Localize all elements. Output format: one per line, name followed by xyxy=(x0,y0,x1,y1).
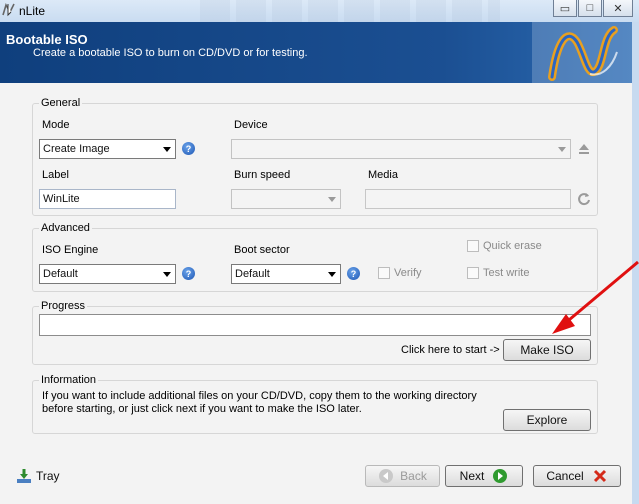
back-label: Back xyxy=(400,469,427,483)
label-input[interactable]: WinLite xyxy=(39,189,176,209)
media-field xyxy=(365,189,571,209)
burn-speed-dropdown[interactable] xyxy=(231,189,341,209)
maximize-button[interactable]: □ xyxy=(578,0,602,17)
close-button[interactable]: ✕ xyxy=(603,0,633,17)
checkbox-box xyxy=(467,267,479,279)
help-icon[interactable]: ? xyxy=(182,267,195,280)
device-dropdown[interactable] xyxy=(231,139,571,159)
verify-checkbox[interactable]: Verify xyxy=(378,267,422,279)
tray-icon xyxy=(17,469,31,483)
checkbox-box xyxy=(378,267,390,279)
next-button[interactable]: Next xyxy=(445,465,523,487)
chevron-down-icon xyxy=(558,147,566,152)
help-icon[interactable]: ? xyxy=(347,267,360,280)
device-label: Device xyxy=(234,119,268,131)
refresh-icon[interactable] xyxy=(576,191,592,207)
test-write-label: Test write xyxy=(483,267,530,279)
make-iso-button[interactable]: Make ISO xyxy=(503,339,591,361)
mode-label: Mode xyxy=(42,119,70,131)
boot-sector-label: Boot sector xyxy=(234,244,290,256)
quick-erase-label: Quick erase xyxy=(483,240,542,252)
background-window-text xyxy=(200,0,500,22)
window-controls: ▭ □ ✕ xyxy=(552,0,633,17)
nlite-logo-icon xyxy=(532,22,632,83)
eject-icon[interactable] xyxy=(576,141,592,157)
chevron-down-icon xyxy=(163,147,171,152)
minimize-button[interactable]: ▭ xyxy=(553,0,577,17)
verify-label: Verify xyxy=(394,267,422,279)
quick-erase-checkbox[interactable]: Quick erase xyxy=(467,240,542,252)
app-icon xyxy=(2,3,15,17)
header-banner: Bootable ISO Create a bootable ISO to bu… xyxy=(0,22,632,83)
next-label: Next xyxy=(459,469,485,483)
window-right-edge xyxy=(632,22,639,504)
iso-engine-value: Default xyxy=(43,268,78,280)
information-text: If you want to include additional files … xyxy=(42,390,477,415)
cancel-icon xyxy=(593,469,606,483)
back-icon xyxy=(379,469,394,483)
chevron-down-icon xyxy=(328,197,336,202)
progress-bar xyxy=(39,314,591,336)
media-label: Media xyxy=(368,169,398,181)
next-icon xyxy=(493,469,508,483)
boot-sector-value: Default xyxy=(235,268,270,280)
chevron-down-icon xyxy=(163,272,171,277)
title-bar: nLite ▭ □ ✕ xyxy=(0,0,639,22)
iso-engine-label: ISO Engine xyxy=(42,244,99,256)
page-title: Bootable ISO xyxy=(6,32,88,47)
mode-dropdown-value: Create Image xyxy=(43,143,110,155)
boot-sector-dropdown[interactable]: Default xyxy=(231,264,341,284)
help-icon[interactable]: ? xyxy=(182,142,195,155)
back-button[interactable]: Back xyxy=(365,465,440,487)
chevron-down-icon xyxy=(328,272,336,277)
progress-group-label: Progress xyxy=(39,300,88,312)
test-write-checkbox[interactable]: Test write xyxy=(467,267,529,279)
iso-engine-dropdown[interactable]: Default xyxy=(39,264,176,284)
mode-dropdown[interactable]: Create Image xyxy=(39,139,176,159)
cancel-label: Cancel xyxy=(546,469,584,483)
advanced-group-label: Advanced xyxy=(39,222,92,234)
explore-button[interactable]: Explore xyxy=(503,409,591,431)
burn-speed-label: Burn speed xyxy=(234,169,291,181)
general-group-label: General xyxy=(39,97,83,109)
start-hint: Click here to start -> xyxy=(401,344,500,356)
checkbox-box xyxy=(467,240,479,252)
information-group-label: Information xyxy=(39,374,99,386)
cancel-button[interactable]: Cancel xyxy=(533,465,621,487)
tray-label: Tray xyxy=(36,469,60,483)
tray-button[interactable]: Tray xyxy=(16,468,60,484)
window-title: nLite xyxy=(19,4,46,18)
label-label: Label xyxy=(42,169,69,181)
page-subtitle: Create a bootable ISO to burn on CD/DVD … xyxy=(33,47,308,59)
